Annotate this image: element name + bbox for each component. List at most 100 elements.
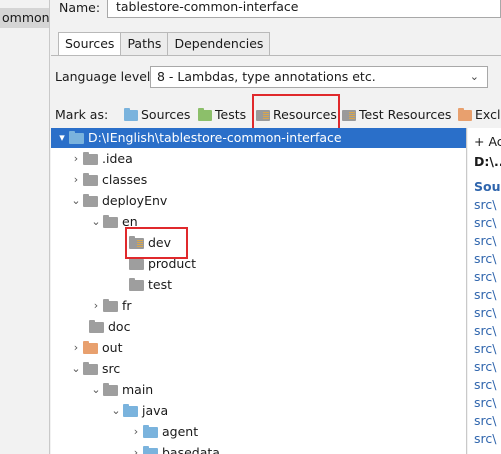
mark-tests-label: Tests [215, 107, 247, 122]
tree-node-label: src [102, 361, 121, 376]
tree-node-label: main [122, 382, 154, 397]
folder-icon [69, 130, 84, 144]
mark-as-label: Mark as: [55, 107, 109, 122]
sources-folder-icon [123, 403, 138, 417]
tree-node-main[interactable]: ⌄ main [89, 380, 153, 400]
chevron-down-icon[interactable]: ⌄ [109, 401, 123, 421]
tree-node-classes[interactable]: › classes [69, 170, 147, 190]
chevron-right-icon[interactable]: › [129, 443, 143, 454]
tree-node-basedata[interactable]: › basedata [129, 443, 220, 454]
source-folder-entry[interactable]: src\ [474, 214, 496, 232]
excluded-folder-icon [458, 107, 472, 121]
chevron-right-icon[interactable]: › [69, 170, 83, 190]
chevron-down-icon[interactable]: ⌄ [89, 212, 103, 232]
folder-icon [83, 193, 98, 207]
source-folder-entry[interactable]: src\ [474, 322, 496, 340]
dev-highlight-box [125, 227, 188, 259]
source-folder-entry[interactable]: src\ [474, 358, 496, 376]
tree-node-label: .idea [102, 151, 133, 166]
package-folder-icon [143, 445, 158, 454]
tree-node-label: out [102, 340, 123, 355]
tree-node-agent[interactable]: › agent [129, 422, 198, 442]
tree-root-row[interactable]: ▾ D:\IEnglish\tablestore-common-interfac… [51, 128, 466, 148]
chevron-right-icon[interactable]: › [129, 422, 143, 442]
tests-folder-icon [198, 107, 212, 121]
folder-icon [83, 172, 98, 186]
module-name-field[interactable]: tablestore-common-interface [107, 0, 501, 18]
tab-sources[interactable]: Sources [58, 32, 122, 56]
test-resources-folder-icon [342, 109, 356, 121]
folder-icon [129, 256, 144, 270]
folder-icon [103, 382, 118, 396]
mark-test-resources-button[interactable]: Test Resources [342, 106, 451, 124]
folder-icon [89, 319, 104, 333]
source-folder-entry[interactable]: src\ [474, 268, 496, 286]
tree-node-src[interactable]: ⌄ src [69, 359, 120, 379]
source-folder-entry[interactable]: src\ [474, 412, 496, 430]
tree-node-fr[interactable]: › fr [89, 296, 132, 316]
source-folder-entry[interactable]: src\ [474, 430, 496, 448]
mark-tests-button[interactable]: Tests [198, 106, 246, 124]
add-content-root-button[interactable]: + Ac [474, 133, 501, 151]
source-folder-entry[interactable]: src\ [474, 304, 496, 322]
language-level-value: 8 - Lambdas, type annotations etc. [157, 69, 376, 84]
excluded-folder-icon [83, 340, 98, 354]
tree-node-idea[interactable]: › .idea [69, 149, 133, 169]
module-settings-panel: Name: tablestore-common-interface Source… [51, 0, 501, 454]
source-folder-entry[interactable]: src\ [474, 394, 496, 412]
chevron-right-icon[interactable]: › [89, 296, 103, 316]
mark-excluded-button[interactable]: Exclu [458, 106, 501, 124]
source-folder-entry[interactable]: src\ [474, 250, 496, 268]
folder-icon [83, 361, 98, 375]
mark-sources-button[interactable]: Sources [124, 106, 190, 124]
tree-root-path: D:\IEnglish\tablestore-common-interface [88, 130, 342, 145]
tree-node-label: deployEnv [102, 193, 168, 208]
tree-node-deployenv[interactable]: ⌄ deployEnv [69, 191, 167, 211]
tree-node-label: java [142, 403, 169, 418]
chevron-down-icon[interactable]: ⌄ [89, 380, 103, 400]
chevron-down-icon[interactable]: ▾ [55, 128, 69, 148]
tab-dependencies[interactable]: Dependencies [167, 32, 271, 56]
tree-node-java[interactable]: ⌄ java [109, 401, 168, 421]
mark-excluded-label: Exclu [475, 107, 501, 122]
source-folder-entry[interactable]: src\ [474, 232, 496, 250]
folder-icon [129, 277, 144, 291]
tree-node-out[interactable]: › out [69, 338, 123, 358]
chevron-right-icon[interactable]: › [69, 149, 83, 169]
module-tabs: Sources Paths Dependencies [58, 32, 271, 56]
tree-node-test[interactable]: test [129, 275, 172, 295]
source-folder-entry[interactable]: src\ [474, 286, 496, 304]
mark-test-resources-label: Test Resources [359, 107, 452, 122]
language-level-select[interactable]: 8 - Lambdas, type annotations etc. ⌄ [150, 66, 488, 88]
source-folder-entry[interactable]: src\ [474, 376, 496, 394]
chevron-down-icon[interactable]: ⌄ [69, 191, 83, 211]
chevron-right-icon[interactable]: › [69, 338, 83, 358]
tree-node-label: test [148, 277, 173, 292]
tree-node-doc[interactable]: doc [89, 317, 130, 337]
chevron-down-icon: ⌄ [469, 70, 479, 83]
tree-node-label: basedata [162, 445, 220, 454]
sidebar-selected-module[interactable]: ommon-int [0, 8, 49, 28]
mark-sources-label: Sources [141, 107, 191, 122]
source-folders-header: Sour [474, 179, 501, 194]
tab-paths[interactable]: Paths [120, 32, 169, 56]
tree-node-label: classes [102, 172, 148, 187]
tabs-divider [51, 55, 501, 56]
source-folder-entry[interactable]: src\ [474, 196, 496, 214]
tree-node-label: fr [122, 298, 132, 313]
sources-folder-icon [124, 107, 138, 121]
folder-icon [83, 151, 98, 165]
package-folder-icon [143, 424, 158, 438]
folder-icon [103, 298, 118, 312]
chevron-down-icon[interactable]: ⌄ [69, 359, 83, 379]
content-root-tree: ▾ D:\IEnglish\tablestore-common-interfac… [51, 128, 467, 454]
project-structure-sidebar: ommon-int [0, 0, 50, 454]
folder-icon [103, 214, 118, 228]
tree-node-label: agent [162, 424, 199, 439]
content-root-details-pane: + Ac D:\... Sour src\ src\ src\ src\ src… [468, 128, 501, 454]
name-label: Name: [59, 0, 101, 15]
tree-node-label: doc [108, 319, 131, 334]
source-folder-entry[interactable]: src\ [474, 340, 496, 358]
content-root-path: D:\... [474, 154, 501, 169]
language-level-label: Language level: [55, 69, 155, 84]
